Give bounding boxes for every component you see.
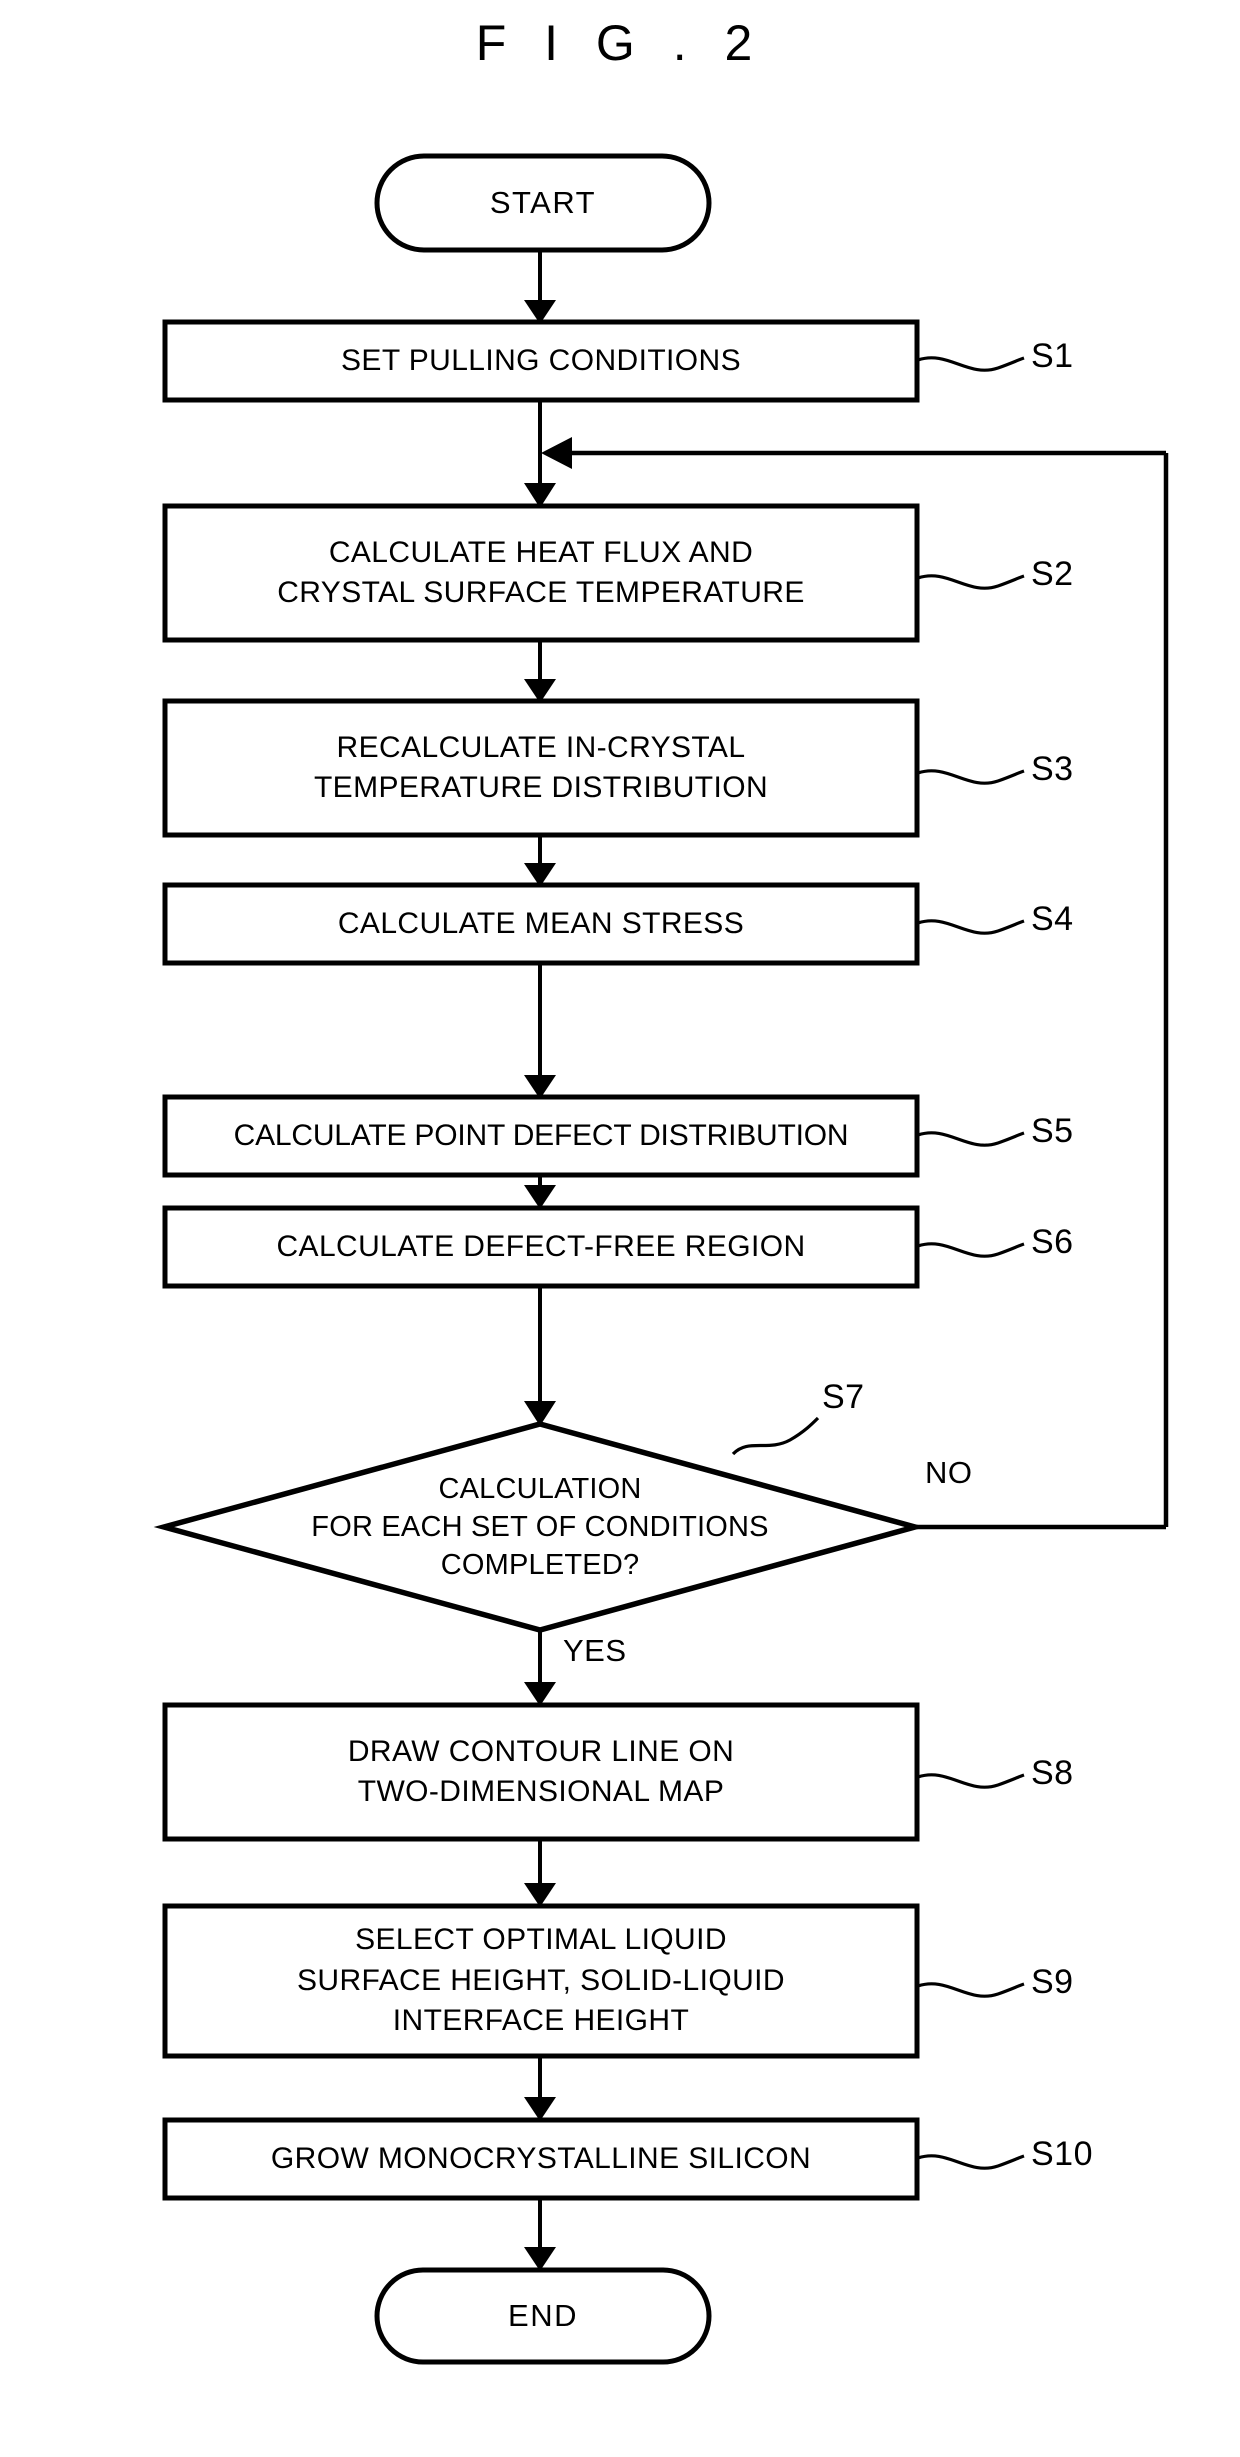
connector-s6-to-s7 xyxy=(524,1286,556,1426)
leader-line-s7 xyxy=(731,1416,820,1456)
step-ref-s3: S3 xyxy=(1031,750,1074,788)
connector-s5-to-s6 xyxy=(524,1175,556,1209)
leader-line-s1 xyxy=(917,356,1025,372)
terminal-end-shape xyxy=(374,2267,712,2365)
process-box-s1 xyxy=(162,319,920,403)
step-ref-s8: S8 xyxy=(1031,1754,1074,1792)
step-ref-s4: S4 xyxy=(1031,900,1074,938)
step-ref-s7: S7 xyxy=(822,1378,865,1416)
step-ref-s2: S2 xyxy=(1031,555,1074,593)
figure-canvas: F I G . 2 START SET PULLING CONDITIONS S… xyxy=(0,0,1240,2457)
process-box-s2 xyxy=(162,503,920,643)
process-box-s5 xyxy=(162,1094,920,1178)
connector-s7-to-s8 xyxy=(524,1630,556,1706)
branch-label-yes: YES xyxy=(563,1633,627,1668)
terminal-start-shape xyxy=(374,153,712,253)
step-ref-s6: S6 xyxy=(1031,1223,1074,1261)
leader-line-s6 xyxy=(917,1242,1025,1258)
connector-s3-to-s4 xyxy=(524,835,556,887)
process-box-s9 xyxy=(162,1903,920,2059)
step-ref-s10: S10 xyxy=(1031,2135,1093,2173)
process-box-s6 xyxy=(162,1205,920,1289)
leader-line-s9 xyxy=(917,1982,1025,1998)
connector-s10-to-end xyxy=(524,2198,556,2271)
process-box-s8 xyxy=(162,1702,920,1842)
connector-s4-to-s5 xyxy=(524,963,556,1099)
step-ref-s5: S5 xyxy=(1031,1112,1074,1150)
process-box-s4 xyxy=(162,882,920,966)
connector-s9-to-s10 xyxy=(524,2056,556,2121)
process-box-s3 xyxy=(162,698,920,838)
leader-line-s2 xyxy=(917,574,1025,590)
leader-line-s3 xyxy=(917,769,1025,785)
step-ref-s9: S9 xyxy=(1031,1963,1074,2001)
connector-s2-to-s3 xyxy=(524,640,556,703)
connector-start-to-s1 xyxy=(524,250,556,324)
process-box-s10 xyxy=(162,2117,920,2201)
leader-line-s4 xyxy=(917,919,1025,935)
step-ref-s1: S1 xyxy=(1031,337,1074,375)
leader-line-s10 xyxy=(917,2154,1025,2170)
branch-label-no: NO xyxy=(925,1455,973,1490)
leader-line-s8 xyxy=(917,1773,1025,1789)
leader-line-s5 xyxy=(917,1131,1025,1147)
connector-s8-to-s9 xyxy=(524,1839,556,1907)
decision-diamond-s7 xyxy=(153,1421,926,1633)
